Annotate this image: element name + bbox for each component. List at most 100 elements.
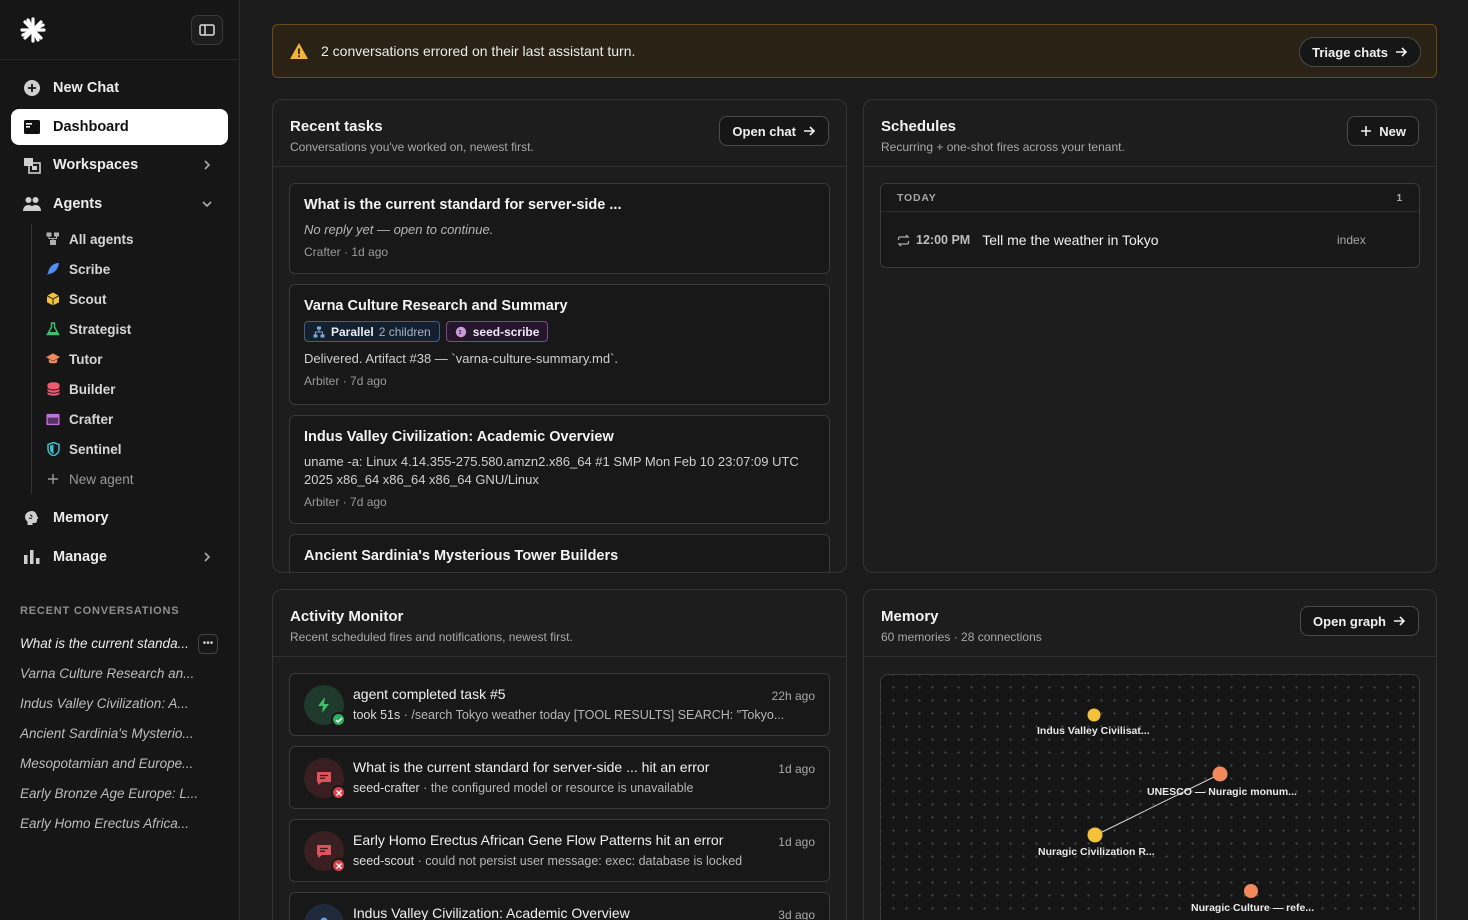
sidebar-toggle-button[interactable] [191,14,223,45]
task-agent: Arbiter [304,495,340,509]
activity-item[interactable]: Early Homo Erectus African Gene Flow Pat… [289,819,830,882]
activity-item[interactable]: Indus Valley Civilization: Academic Over… [289,892,830,920]
new-agent-button[interactable]: New agent [46,464,228,494]
activity-monitor-panel: Activity Monitor Recent scheduled fires … [272,589,847,920]
schedule-title: Tell me the weather in Tokyo [982,232,1159,248]
sidebar-item-workspaces[interactable]: Workspaces [11,147,228,183]
new-schedule-button[interactable]: New [1347,116,1419,146]
cube-icon [46,292,60,306]
graph-node[interactable] [1087,708,1101,722]
activity-title: Indus Valley Civilization: Academic Over… [353,905,630,920]
recent-conversation-label: Varna Culture Research an... [20,666,195,681]
schedule-group-count: 1 [1396,191,1403,204]
graph-node[interactable] [1212,766,1228,782]
recent-conversation-label: Ancient Sardinia's Mysterio... [20,726,194,741]
sidebar-item-dashboard[interactable]: Dashboard [11,108,228,145]
arrow-right-icon [1396,47,1408,57]
recent-conversation-item[interactable]: Early Homo Erectus Africa... [0,809,239,839]
parallel-tag[interactable]: Parallel 2 children [304,321,440,342]
brain-icon [23,509,41,527]
activity-item[interactable]: agent completed task #5 22h ago took 51s… [289,673,830,736]
recent-conversation-item[interactable]: Mesopotamian and Europe... [0,749,239,779]
agent-label: All agents [69,231,134,247]
activity-detail-text: the configured model or resource is unav… [430,781,694,795]
sidebar-header [0,0,239,60]
task-meta: Arbiter · 7d ago [304,374,387,388]
recent-conversation-label: Mesopotamian and Europe... [20,756,194,771]
activity-icon [304,685,346,727]
agent-tag[interactable]: seed-scribe [445,321,549,342]
agents-submenu: All agents Scribe Scout Strategist Tutor Buil… [31,224,228,494]
sidebar-agent-strategist[interactable]: Strategist [46,314,228,344]
graph-node[interactable] [1244,884,1258,898]
task-card[interactable]: What is the current standard for server-… [289,183,830,274]
agent-label: Scribe [69,261,111,277]
new-chat-button[interactable]: New Chat [11,70,228,106]
task-time: 7d ago [350,495,387,509]
chevron-right-icon [204,551,211,562]
activity-detail-text: could not persist user message: exec: da… [425,854,743,868]
logo-icon[interactable] [20,16,46,43]
recent-conversation-item[interactable]: Indus Valley Civilization: A... [0,689,239,719]
new-agent-label: New agent [69,471,134,487]
task-card[interactable]: Indus Valley Civilization: Academic Over… [289,415,830,524]
sidebar-item-agents[interactable]: Agents [11,186,228,222]
sidebar-agent-sentinel[interactable]: Sentinel [46,434,228,464]
check-badge-icon [331,712,346,727]
schedule-group-header: TODAY 1 [881,184,1419,212]
open-chat-button[interactable]: Open chat [719,116,829,146]
sidebar-panel-icon [199,23,215,36]
task-time: 7d ago [350,374,387,388]
activity-time: 3d ago [778,908,815,920]
message-icon [317,771,331,785]
sidebar-agent-all-agents[interactable]: All agents [46,224,228,254]
sidebar-agent-scribe[interactable]: Scribe [46,254,228,284]
sidebar-agent-scout[interactable]: Scout [46,284,228,314]
parallel-label: Parallel [331,324,374,339]
task-card[interactable]: Varna Culture Research and Summary Paral… [289,284,830,405]
memory-panel: Memory 60 memories · 28 connections Open… [863,589,1437,920]
open-graph-button[interactable]: Open graph [1300,606,1419,636]
recent-tasks-header: Recent tasks Conversations you've worked… [273,100,846,167]
recent-conversation-item[interactable]: Ancient Sardinia's Mysterio... [0,719,239,749]
schedule-item[interactable]: 12:00 PM Tell me the weather in Tokyo in… [881,212,1419,268]
task-card[interactable]: Ancient Sardinia's Mysterious Tower Buil… [289,534,830,572]
activity-icon [304,758,346,800]
activity-icon [304,904,344,920]
activity-item[interactable]: What is the current standard for server-… [289,746,830,809]
recent-conversation-item[interactable]: Varna Culture Research an... [0,659,239,689]
memory-graph[interactable]: Indus Valley Civilisat... UNESCO — Nurag… [880,674,1420,920]
triage-chats-label: Triage chats [1312,44,1388,60]
triage-chats-button[interactable]: Triage chats [1299,37,1421,67]
recent-conversation-item[interactable]: What is the current standa... ••• [0,629,239,659]
agent-tag-label: seed-scribe [472,324,540,339]
graph-node-label: UNESCO — Nuragic monum... [1147,786,1297,798]
task-agent: Arbiter [304,374,340,388]
recent-conversation-label: Early Homo Erectus Africa... [20,816,190,831]
plus-circle-icon [23,79,41,97]
message-icon [317,844,331,858]
open-graph-label: Open graph [1313,613,1386,629]
error-banner: 2 conversations errored on their last as… [272,24,1437,78]
sidebar-agent-builder[interactable]: Builder [46,374,228,404]
more-options-button[interactable]: ••• [198,633,218,654]
activity-actor: took 51s [353,708,401,722]
recent-conversation-label: Indus Valley Civilization: A... [20,696,189,711]
sidebar-item-manage[interactable]: Manage [11,539,228,575]
sidebar: New Chat Dashboard Workspaces Agents All… [0,0,240,920]
agent-label: Strategist [69,321,132,337]
sidebar-agent-crafter[interactable]: Crafter [46,404,228,434]
task-title: Ancient Sardinia's Mysterious Tower Buil… [304,548,619,564]
graph-node[interactable] [1087,827,1103,843]
recent-conversation-item[interactable]: Early Bronze Age Europe: L... [0,779,239,809]
task-body: Delivered. Artifact #38 — `varna-culture… [304,351,619,366]
user-icon [320,917,328,920]
plus-icon [1361,126,1372,136]
schedule-agent: index [1337,233,1366,247]
memory-label: Memory [53,510,109,526]
activity-time: 22h ago [771,689,815,703]
activity-title: Activity Monitor [290,608,404,625]
sidebar-agent-tutor[interactable]: Tutor [46,344,228,374]
activity-icon [304,831,346,873]
sidebar-item-memory[interactable]: Memory [11,500,228,536]
